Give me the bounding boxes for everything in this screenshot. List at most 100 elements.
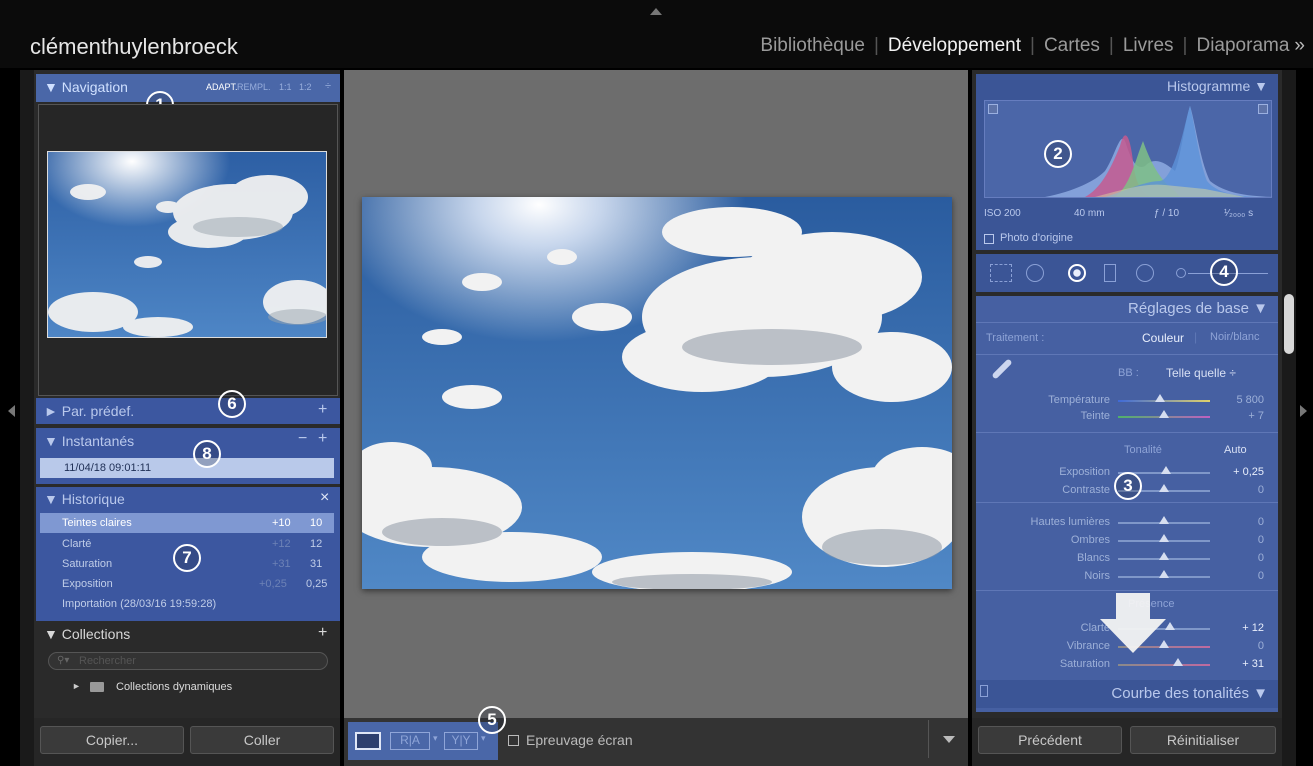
zoom-fit[interactable]: ADAPT.: [206, 82, 238, 92]
graduated-filter-icon[interactable]: [1104, 264, 1116, 282]
slider-value[interactable]: 0: [1216, 552, 1264, 564]
presets-add-icon[interactable]: +: [318, 401, 327, 419]
before-after-swap-icon[interactable]: Y|Y: [444, 732, 478, 750]
paste-button[interactable]: Coller: [190, 726, 334, 754]
module-slideshow[interactable]: Diaporama: [1196, 35, 1289, 57]
slider-value[interactable]: + 31: [1216, 658, 1264, 670]
panel-toggle-icon[interactable]: [980, 685, 988, 697]
module-map[interactable]: Cartes: [1044, 35, 1100, 57]
temperature-thumb[interactable]: [1155, 394, 1165, 402]
right-panel-toggle-icon[interactable]: [1300, 405, 1307, 417]
soft-proof-checkbox[interactable]: [508, 735, 519, 746]
loupe-view-icon[interactable]: [355, 732, 381, 750]
slider-value[interactable]: 0: [1216, 534, 1264, 546]
auto-tone-button[interactable]: Auto: [1224, 444, 1247, 456]
reset-button[interactable]: Réinitialiser: [1130, 726, 1276, 754]
slider-value[interactable]: 0: [1216, 570, 1264, 582]
highlight-clipping-icon[interactable]: [1258, 104, 1268, 114]
history-item[interactable]: Teintes claires +10 10: [40, 513, 334, 533]
slider-track[interactable]: [1118, 664, 1210, 666]
shadow-clipping-icon[interactable]: [988, 104, 998, 114]
history-clear-icon[interactable]: ×: [320, 489, 329, 507]
module-develop[interactable]: Développement: [888, 35, 1021, 57]
temperature-value[interactable]: 5 800: [1216, 394, 1264, 406]
slider-value[interactable]: 0: [1216, 516, 1264, 528]
slider-thumb[interactable]: [1159, 484, 1169, 492]
histogram-title[interactable]: Histogramme ▼: [1167, 78, 1268, 94]
slider-label: Saturation: [1059, 658, 1110, 670]
right-panel-scrollbar[interactable]: [1284, 294, 1294, 354]
presets-header[interactable]: ► Par. prédef. +: [36, 398, 340, 424]
search-icon: ⚲▾: [57, 655, 70, 666]
crop-tool-icon[interactable]: [990, 264, 1012, 282]
module-library[interactable]: Bibliothèque: [760, 35, 865, 57]
slider-label: Ombres: [1070, 534, 1110, 546]
left-panel-edge[interactable]: [20, 70, 34, 766]
bw-treatment-option[interactable]: Noir/blanc: [1210, 331, 1260, 343]
navigator-thumbnail[interactable]: [47, 151, 327, 338]
slider-value[interactable]: + 12: [1216, 622, 1264, 634]
top-panel-toggle-icon[interactable]: [650, 8, 662, 15]
tone-curve-header[interactable]: Courbe des tonalités ▼: [976, 680, 1278, 708]
snapshots-remove-icon[interactable]: −: [298, 430, 307, 448]
radial-filter-icon[interactable]: [1136, 264, 1154, 282]
slider-thumb[interactable]: [1159, 534, 1169, 542]
color-treatment-option[interactable]: Couleur: [1142, 331, 1184, 345]
original-photo-label: Photo d'origine: [1000, 232, 1074, 244]
before-after-icon[interactable]: R|A: [390, 732, 430, 750]
more-modules-icon[interactable]: »: [1294, 35, 1305, 57]
copy-button[interactable]: Copier...: [40, 726, 184, 754]
iso-readout: ISO 200: [984, 208, 1021, 219]
collections-add-icon[interactable]: +: [318, 624, 327, 642]
callout-4: 4: [1210, 258, 1238, 286]
right-panel-edge[interactable]: [1282, 70, 1296, 766]
spot-removal-icon[interactable]: [1026, 264, 1044, 282]
wb-select[interactable]: Telle quelle ÷: [1166, 366, 1236, 380]
eyedropper-icon[interactable]: [991, 358, 1013, 380]
chevron-down-icon[interactable]: ▾: [433, 733, 438, 744]
toolbar-menu[interactable]: [928, 720, 966, 758]
divider: [976, 590, 1278, 591]
main-photo[interactable]: [362, 197, 952, 589]
expand-icon[interactable]: ►: [72, 681, 81, 691]
callout-3: 3: [1114, 472, 1142, 500]
snapshot-item[interactable]: 11/04/18 09:01:11: [40, 458, 334, 478]
smart-collection-icon: [90, 682, 104, 692]
basic-title[interactable]: Réglages de base ▼: [1128, 300, 1268, 317]
tint-value[interactable]: + 7: [1216, 410, 1264, 422]
slider-value[interactable]: 0: [1216, 484, 1264, 496]
collection-item[interactable]: ► Collections dynamiques: [72, 680, 322, 696]
slider-thumb[interactable]: [1160, 466, 1171, 474]
down-arrow-icon: [1100, 593, 1166, 653]
snapshots-add-icon[interactable]: +: [318, 430, 327, 448]
histogram-graph[interactable]: [984, 100, 1273, 198]
slider-thumb[interactable]: [1164, 622, 1175, 630]
module-book[interactable]: Livres: [1123, 35, 1174, 57]
adjustment-brush-icon[interactable]: [1176, 268, 1186, 278]
slider-thumb[interactable]: [1159, 570, 1169, 578]
history-item[interactable]: Importation (28/03/16 19:59:28): [40, 595, 334, 615]
collections-search-input[interactable]: ⚲▾ Rechercher: [48, 652, 328, 670]
callout-6: 6: [218, 390, 246, 418]
zoom-caret-icon[interactable]: ÷: [325, 80, 331, 92]
slider-label: Exposition: [1059, 466, 1110, 478]
zoom-1-2[interactable]: 1:2: [299, 82, 312, 92]
tint-thumb[interactable]: [1159, 410, 1169, 418]
navigator-header[interactable]: ▼ Navigation ADAPT. REMPL. 1:1 1:2 ÷: [36, 74, 340, 102]
history-item[interactable]: Exposition +0,25 0,25: [40, 575, 334, 595]
slider-value[interactable]: 0: [1216, 640, 1264, 652]
tone-label: Tonalité: [1124, 444, 1162, 456]
slider-label: Vibrance: [1066, 640, 1110, 652]
zoom-fill[interactable]: REMPL.: [237, 82, 271, 92]
slider-thumb[interactable]: [1159, 516, 1169, 524]
slider-thumb[interactable]: [1172, 658, 1183, 666]
chevron-down-icon[interactable]: ▾: [481, 733, 486, 744]
callout-2: 2: [1044, 140, 1072, 168]
original-photo-checkbox[interactable]: [984, 234, 994, 244]
zoom-1-1[interactable]: 1:1: [279, 82, 292, 92]
previous-button[interactable]: Précédent: [978, 726, 1122, 754]
slider-thumb[interactable]: [1159, 552, 1169, 560]
slider-value[interactable]: + 0,25: [1216, 466, 1264, 478]
left-panel-toggle-icon[interactable]: [8, 405, 15, 417]
red-eye-icon[interactable]: [1068, 264, 1086, 282]
